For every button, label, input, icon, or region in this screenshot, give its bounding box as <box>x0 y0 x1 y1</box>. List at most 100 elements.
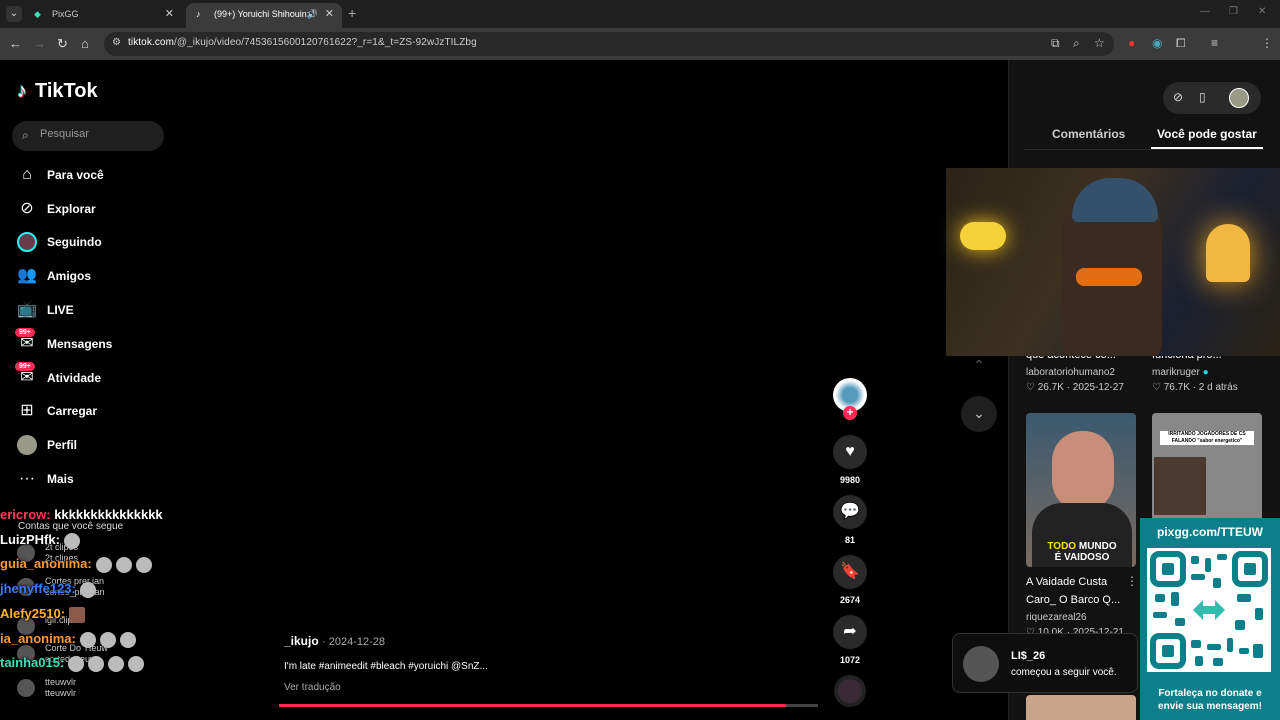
video-caption[interactable]: I'm late #animeedit #bleach #yoruichi @S… <box>284 661 488 672</box>
music-disc-icon[interactable] <box>834 675 866 707</box>
see-translation-link[interactable]: Ver tradução <box>284 682 341 693</box>
tab-pixgg[interactable]: ◆ PixGG ✕ <box>24 3 182 28</box>
home-icon[interactable]: ⌂ <box>81 36 89 51</box>
webcam-lamp <box>960 222 1006 250</box>
chat-user: ia_anonima: <box>0 631 76 646</box>
zoom-icon[interactable]: ⌕ <box>1073 36 1080 51</box>
extension-red-icon[interactable]: ● <box>1128 36 1135 50</box>
nav-label: Mais <box>47 472 74 486</box>
tab-voce-pode-gostar[interactable]: Você pode gostar <box>1157 127 1257 141</box>
chat-user: ericrow: <box>0 507 51 522</box>
url-domain: tiktok.com <box>128 37 175 48</box>
nav-seguindo[interactable]: Seguindo <box>17 232 167 254</box>
chat-message: jhenyffe123: <box>0 581 96 598</box>
emote-icon <box>135 556 152 573</box>
nav-carregar[interactable]: ⊞ Carregar <box>17 401 167 423</box>
reload-icon[interactable]: ↻ <box>57 36 68 52</box>
tiktok-logo[interactable]: ♪ TikTok <box>17 80 98 103</box>
nav-amigos[interactable]: 👥 Amigos <box>17 266 167 288</box>
nav-mensagens[interactable]: ✉ 99+ Mensagens <box>15 328 167 356</box>
emote-icon <box>119 631 136 648</box>
tab-comentarios[interactable]: Comentários <box>1052 127 1125 141</box>
back-icon[interactable]: ← <box>9 36 22 51</box>
thumbnail-facecam <box>1154 457 1206 515</box>
activity-badge: 99+ <box>15 362 35 371</box>
tiktok-favicon-icon: ♪ <box>196 9 201 19</box>
emote-icon <box>115 556 132 573</box>
share-arrow-icon[interactable]: ➦ <box>833 615 867 649</box>
close-window-icon[interactable]: ✕ <box>1258 6 1266 17</box>
extensions-puzzle-icon[interactable]: ⧠ <box>1176 36 1186 51</box>
emote-icon <box>128 655 145 672</box>
video-player[interactable] <box>170 60 1008 720</box>
nav-para-voce[interactable]: ⌂ Para você <box>17 165 167 187</box>
live-tv-icon: 📺 <box>17 301 37 318</box>
nav-live[interactable]: 📺 LIVE <box>17 300 167 322</box>
minimize-icon[interactable]: — <box>1200 6 1210 17</box>
nav-atividade[interactable]: ✉ 99+ Atividade <box>15 362 167 390</box>
video-progress-bar[interactable] <box>279 704 818 707</box>
post-date: · 2024-12-28 <box>322 636 386 648</box>
webcam-lamp <box>1206 224 1250 282</box>
search-box[interactable]: ⌕ <box>12 121 164 151</box>
recommended-thumbnail[interactable]: TODO MUNDO É VAIDOSO <box>1026 413 1136 567</box>
comment-action[interactable]: 💬 81 <box>833 495 867 545</box>
tab-search-menu-icon[interactable]: ⌄ <box>6 6 22 22</box>
like-action[interactable]: ♥ 9980 <box>833 435 867 485</box>
nav-explorar[interactable]: ⊘ Explorar <box>17 199 167 221</box>
maximize-icon[interactable]: ❐ <box>1229 6 1238 17</box>
author-handle[interactable]: _ikujo <box>284 634 319 648</box>
upload-icon: ⊞ <box>20 402 34 419</box>
comment-icon[interactable]: 💬 <box>833 495 867 529</box>
card-author[interactable]: riquezareal26 <box>1026 612 1087 623</box>
video-author[interactable]: _ikujo · 2024-12-28 <box>284 634 385 648</box>
url-text: tiktok.com/@_ikujo/video/745361560012076… <box>128 37 477 48</box>
verified-icon: ● <box>1202 367 1209 378</box>
heart-outline-icon: ♡ <box>1152 382 1161 393</box>
tab-tiktok[interactable]: ♪ (99+) Yoruichi Shihouin: Ico 🔊 ✕ <box>186 3 342 28</box>
site-info-icon[interactable]: ⚙ <box>112 37 121 48</box>
url-field[interactable]: ⚙ tiktok.com/@_ikujo/video/7453615600120… <box>104 32 1114 56</box>
card-author[interactable]: laboratoriohumano2 <box>1026 367 1115 378</box>
streamer-cap <box>1072 178 1158 222</box>
install-app-icon[interactable]: ⧉ <box>1051 36 1060 51</box>
card-likes: 26.7K <box>1037 382 1064 393</box>
nav-mais[interactable]: ··· Mais <box>17 469 167 491</box>
chevron-down-icon[interactable]: ⌄ <box>961 396 997 432</box>
nav-label: LIVE <box>47 303 74 317</box>
new-tab-button[interactable]: + <box>348 5 356 21</box>
device-icon[interactable]: ▯ <box>1199 90 1206 104</box>
emote-icon <box>68 655 85 672</box>
save-count: 2674 <box>839 595 861 605</box>
bookmark-star-icon[interactable]: ☆ <box>1094 36 1105 50</box>
browser-menu-icon[interactable]: ⋮ <box>1261 36 1273 50</box>
chat-message: LuizPHfk: <box>0 532 80 549</box>
following-account[interactable]: tteuwvlr tteuwvlr <box>17 677 167 699</box>
card-title-line1[interactable]: A Vaidade Custa <box>1026 576 1107 588</box>
pixgg-favicon-icon: ◆ <box>34 9 41 19</box>
chat-message: ericrow: kkkkkkkkkkkkkkk <box>0 507 163 522</box>
speaker-icon[interactable]: 🔊 <box>307 3 318 25</box>
nav-perfil[interactable]: Perfil <box>17 435 167 457</box>
follow-message: começou a seguir você. <box>1011 667 1117 678</box>
coins-icon[interactable]: ⊘ <box>1173 90 1183 104</box>
bookmark-icon[interactable]: 🔖 <box>833 555 867 589</box>
card-author[interactable]: marikruger ● <box>1152 367 1209 378</box>
follow-plus-icon[interactable]: + <box>843 406 857 420</box>
more-options-icon[interactable]: ⋮ <box>1126 574 1138 588</box>
card-title-line2[interactable]: Caro_ O Barco Q... <box>1026 594 1120 606</box>
user-avatar[interactable] <box>1229 88 1249 108</box>
close-tab-icon[interactable]: ✕ <box>165 3 174 25</box>
heart-icon[interactable]: ♥ <box>833 435 867 469</box>
tab-title: (99+) Yoruichi Shihouin: Ico <box>214 9 314 19</box>
forward-icon[interactable]: → <box>33 36 46 51</box>
close-tab-icon[interactable]: ✕ <box>325 3 334 25</box>
save-action[interactable]: 🔖 2674 <box>833 555 867 605</box>
follower-avatar <box>963 646 999 682</box>
extension-audio-icon[interactable]: ◉ <box>1152 36 1162 50</box>
recommended-thumbnail[interactable] <box>1026 695 1136 720</box>
share-action[interactable]: ➦ 1072 <box>833 615 867 665</box>
search-input[interactable] <box>40 128 155 140</box>
emote-icon <box>95 556 112 573</box>
media-control-icon[interactable]: ≡ <box>1211 36 1218 50</box>
